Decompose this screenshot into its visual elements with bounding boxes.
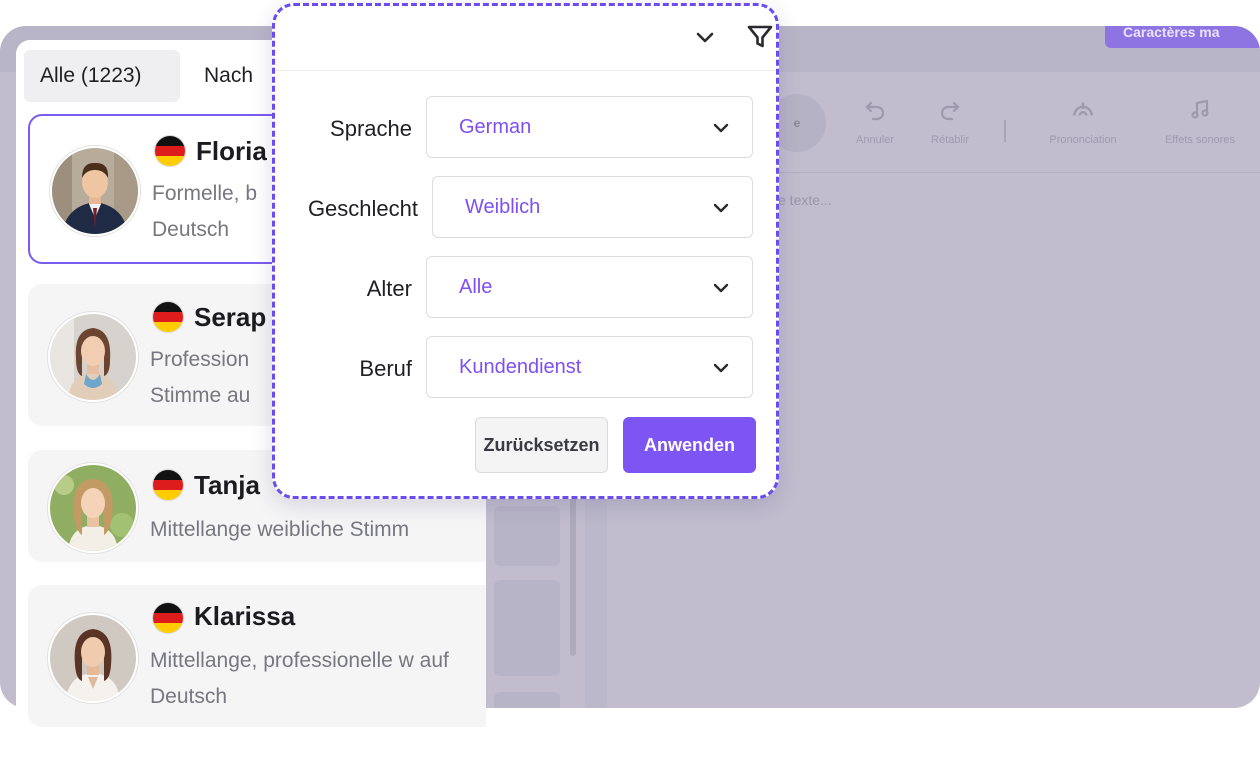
avatar — [48, 312, 138, 402]
voice-card-klarissa[interactable]: Klarissa Mittellange, professionelle w a… — [28, 585, 486, 727]
pronunciation-icon — [1038, 96, 1128, 134]
chevron-down-icon — [710, 357, 732, 379]
tab-all[interactable]: Alle (1223) — [24, 50, 180, 102]
de-flag-icon — [155, 136, 185, 166]
de-flag-icon — [153, 302, 183, 332]
voice-name: Floria — [196, 136, 267, 166]
reset-button[interactable]: Zurücksetzen — [475, 417, 608, 473]
pronunciation-label: Prononciation — [1049, 134, 1117, 146]
undo-label: Annuler — [856, 134, 894, 146]
editor-placeholder: e texte... — [778, 192, 832, 208]
tab-nach[interactable]: Nach — [188, 50, 269, 102]
voice-name: Tanja — [194, 470, 260, 500]
age-select[interactable]: Alle — [426, 256, 753, 318]
voice-name: Klarissa — [194, 601, 296, 631]
apply-button[interactable]: Anwenden — [623, 417, 756, 473]
language-label: Sprache — [330, 116, 412, 141]
gender-select[interactable]: Weiblich — [432, 176, 753, 238]
profession-select[interactable]: Kundendienst — [426, 336, 753, 398]
age-value: Alle — [459, 276, 493, 298]
toolbar-divider — [1004, 120, 1006, 142]
redo-icon — [905, 96, 995, 134]
redo-label: Rétablir — [931, 134, 969, 146]
voice-description: Profession Stimme au — [150, 348, 251, 407]
redo-tool: Rétablir — [905, 96, 995, 146]
pronunciation-tool: Prononciation — [1038, 96, 1128, 146]
filter-icon[interactable] — [743, 20, 777, 54]
avatar — [48, 613, 138, 703]
language-value: German — [459, 116, 532, 138]
language-select[interactable]: German — [426, 96, 753, 158]
filter-popup: Sprache German Geschlecht Weiblich Alter… — [272, 3, 779, 499]
chevron-down-icon — [710, 277, 732, 299]
gender-label: Geschlecht — [307, 196, 418, 221]
background-column-strip — [486, 506, 561, 708]
profession-value: Kundendienst — [459, 356, 582, 378]
chevron-down-icon — [710, 197, 732, 219]
sound-effects-label: Effets sonores — [1164, 134, 1236, 146]
gender-value: Weiblich — [465, 196, 541, 218]
music-note-icon — [1155, 96, 1245, 134]
background-cta-button: Caractères ma — [1105, 26, 1260, 48]
voice-description: Mittellange, professionelle w auf Deutsc… — [150, 649, 449, 708]
avatar — [50, 146, 140, 236]
de-flag-icon — [153, 603, 183, 633]
profession-label: Beruf — [359, 356, 412, 381]
sound-effects-tool: Effets sonores — [1155, 96, 1245, 146]
voice-description: Mittellange weibliche Stimm — [150, 518, 410, 541]
voice-name: Serap — [194, 302, 267, 332]
background-toolbar: e Annuler Rétablir Prononciation Effets … — [760, 86, 1260, 173]
avatar — [48, 463, 138, 553]
chevron-down-icon[interactable] — [688, 20, 722, 54]
age-label: Alter — [366, 276, 412, 301]
filter-popup-header — [275, 6, 776, 71]
chevron-down-icon — [710, 117, 732, 139]
background-scrollbar — [570, 496, 576, 656]
de-flag-icon — [153, 470, 183, 500]
